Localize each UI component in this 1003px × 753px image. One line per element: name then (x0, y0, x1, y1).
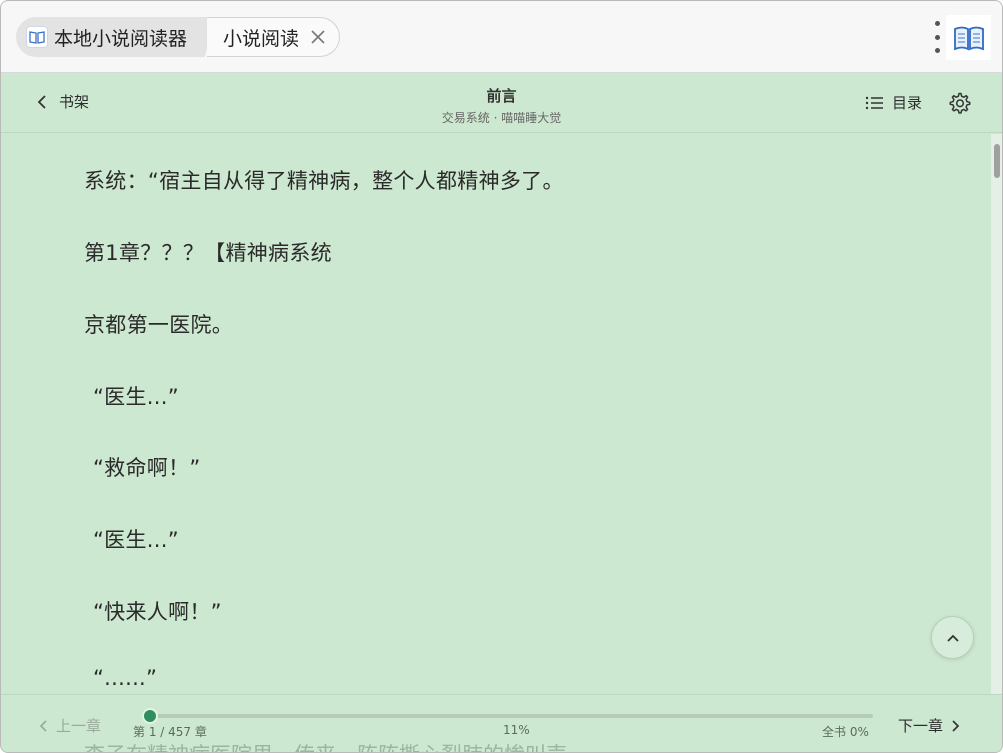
paragraph: 京都第一医院。 (84, 313, 234, 337)
gear-icon (949, 92, 971, 114)
next-chapter-button[interactable]: 下一章 (898, 715, 960, 736)
title-bar: 本地小说阅读器 小说阅读 (1, 1, 1002, 73)
paragraph: “......” (93, 666, 158, 690)
chapter-title: 前言 (486, 87, 517, 105)
close-icon[interactable] (309, 28, 327, 46)
list-icon (865, 96, 883, 109)
tab-novel-reading[interactable]: 小说阅读 (207, 17, 341, 57)
chevron-up-icon (946, 634, 959, 642)
tab-label: 本地小说阅读器 (54, 27, 188, 50)
paragraph: “快来人啊！” (93, 600, 222, 624)
paragraph: “救命啊！” (93, 456, 201, 480)
book-icon (26, 26, 48, 48)
percent-label: 11% (503, 723, 530, 737)
previous-chapter-button[interactable]: 上一章 (39, 715, 101, 736)
next-label: 下一章 (898, 717, 944, 735)
reader-header: 书架 前言 交易系统 · 喵喵睡大觉 目录 (1, 73, 1002, 133)
chapter-progress-slider[interactable] (142, 708, 873, 724)
chevron-left-icon (39, 719, 47, 732)
app-logo-icon (946, 15, 991, 60)
chapter-heading: 前言 交易系统 · 喵喵睡大觉 (1, 85, 1002, 126)
more-menu-icon[interactable] (927, 21, 947, 53)
tab-strip: 本地小说阅读器 小说阅读 (16, 17, 341, 57)
prev-label: 上一章 (56, 717, 102, 735)
settings-button[interactable] (947, 91, 971, 115)
progress-knob[interactable] (142, 708, 159, 724)
scroll-to-top-button[interactable] (931, 616, 974, 659)
paragraph: “医生...” (93, 528, 179, 552)
book-subtitle: 交易系统 · 喵喵睡大觉 (441, 111, 562, 125)
paragraph: 系统：“宿主自从得了精神病，整个人都精神多了。 (84, 169, 564, 193)
tab-local-reader[interactable]: 本地小说阅读器 (16, 17, 202, 57)
reading-content[interactable]: 系统：“宿主自从得了精神病，整个人都精神多了。 第1章？？？【精神病系统 京都第… (1, 134, 991, 694)
table-of-contents-button[interactable]: 目录 (865, 92, 922, 113)
paragraph: 第1章？？？【精神病系统 (84, 241, 332, 265)
chevron-right-icon (952, 719, 960, 732)
next-page-preview-text: 李子在精神病医院里，传来一阵阵撕心裂肺的惨叫声。 (84, 739, 588, 752)
app-window: 本地小说阅读器 小说阅读 书架 前言 交易系统 · 喵喵睡大觉 目录 系统：“宿… (0, 0, 1003, 753)
chapter-progress-label: 第 1 / 457 章 (133, 725, 207, 739)
reader-footer: 李子在精神病医院里，传来一阵阵撕心裂肺的惨叫声。 上一章 第 1 / 457 章… (1, 694, 1002, 752)
tab-label: 小说阅读 (223, 27, 300, 50)
scrollbar-track[interactable] (991, 134, 1002, 694)
book-progress-label: 全书 0% (822, 725, 869, 739)
toc-label: 目录 (892, 94, 923, 112)
scrollbar-thumb[interactable] (994, 144, 1000, 178)
paragraph: “医生...” (93, 385, 179, 409)
